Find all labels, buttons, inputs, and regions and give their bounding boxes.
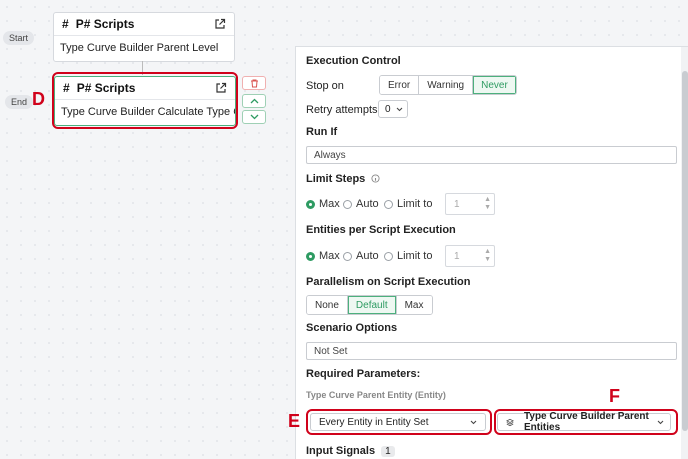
scrollbar-thumb[interactable]: [682, 71, 688, 431]
run-if-input[interactable]: Always: [306, 146, 677, 164]
limit-steps-auto-radio[interactable]: Auto: [343, 198, 379, 210]
properties-panel: Execution Control Stop on Error Warning …: [295, 46, 688, 459]
retry-attempts-select[interactable]: 0: [378, 100, 408, 118]
parallelism-segmented: None Default Max: [306, 295, 433, 315]
stop-on-never-option[interactable]: Never: [473, 76, 516, 94]
limit-steps-heading: Limit Steps: [306, 173, 380, 185]
parallelism-default-option[interactable]: Default: [347, 296, 397, 314]
stop-on-label: Stop on: [306, 80, 344, 92]
parallelism-none-option[interactable]: None: [307, 296, 348, 314]
move-down-button[interactable]: [242, 110, 266, 124]
retry-attempts-value: 0: [385, 103, 391, 115]
stepper-arrows-icon[interactable]: ▲ ▼: [484, 196, 491, 212]
run-if-heading: Run If: [306, 126, 338, 138]
open-external-icon[interactable]: [214, 18, 226, 30]
node-title: P# Scripts: [75, 17, 135, 31]
input-signals-count-badge: 1: [381, 446, 395, 457]
chevron-up-icon: [250, 98, 258, 104]
annotation-f: F: [609, 386, 620, 406]
end-pill: End: [5, 95, 34, 109]
execution-control-heading: Execution Control: [306, 55, 401, 67]
required-parameters-heading: Required Parameters:: [306, 368, 421, 380]
info-icon[interactable]: [371, 174, 380, 183]
parallelism-heading: Parallelism on Script Execution: [306, 276, 471, 288]
chevron-down-icon: [396, 107, 402, 111]
param-entity-label: Type Curve Parent Entity (Entity): [306, 390, 446, 400]
hash-icon: #: [62, 17, 69, 31]
entities-auto-radio[interactable]: Auto: [343, 250, 379, 262]
scenario-options-heading: Scenario Options: [306, 322, 398, 334]
parallelism-max-option[interactable]: Max: [396, 296, 432, 314]
entities-max-radio[interactable]: Max: [306, 250, 340, 262]
limit-steps-number-input[interactable]: 1 ▲ ▼: [445, 193, 495, 215]
entities-number-input[interactable]: 1 ▲ ▼: [445, 245, 495, 267]
annotation-d: D: [32, 89, 45, 109]
limit-steps-max-radio[interactable]: Max: [306, 198, 340, 210]
chevron-down-icon: [250, 114, 258, 120]
entities-limit-radio[interactable]: Limit to: [384, 250, 432, 262]
retry-attempts-label: Retry attempts: [306, 104, 378, 116]
panel-scrollbar[interactable]: [681, 47, 688, 459]
node-header: # P# Scripts: [54, 13, 234, 35]
highlight-box-f: [494, 409, 678, 435]
limit-steps-limit-radio[interactable]: Limit to: [384, 198, 432, 210]
input-signals-heading[interactable]: Input Signals 1: [306, 445, 395, 457]
scenario-options-input[interactable]: Not Set: [306, 342, 677, 360]
node-subtitle: Type Curve Builder Parent Level: [54, 35, 234, 54]
annotation-e: E: [288, 411, 301, 431]
stop-on-segmented: Error Warning Never: [379, 75, 517, 95]
highlight-box-d: [52, 72, 238, 129]
stop-on-error-option[interactable]: Error: [380, 76, 420, 94]
delete-node-button[interactable]: [242, 76, 266, 90]
flow-node-1[interactable]: # P# Scripts Type Curve Builder Parent L…: [53, 12, 235, 62]
start-pill: Start: [3, 31, 35, 45]
highlight-box-e: [306, 409, 492, 435]
stop-on-warning-option[interactable]: Warning: [419, 76, 474, 94]
stepper-arrows-icon[interactable]: ▲ ▼: [484, 248, 491, 264]
trash-icon: [250, 79, 258, 87]
move-up-button[interactable]: [242, 94, 266, 108]
entities-per-execution-heading: Entities per Script Execution: [306, 224, 456, 236]
